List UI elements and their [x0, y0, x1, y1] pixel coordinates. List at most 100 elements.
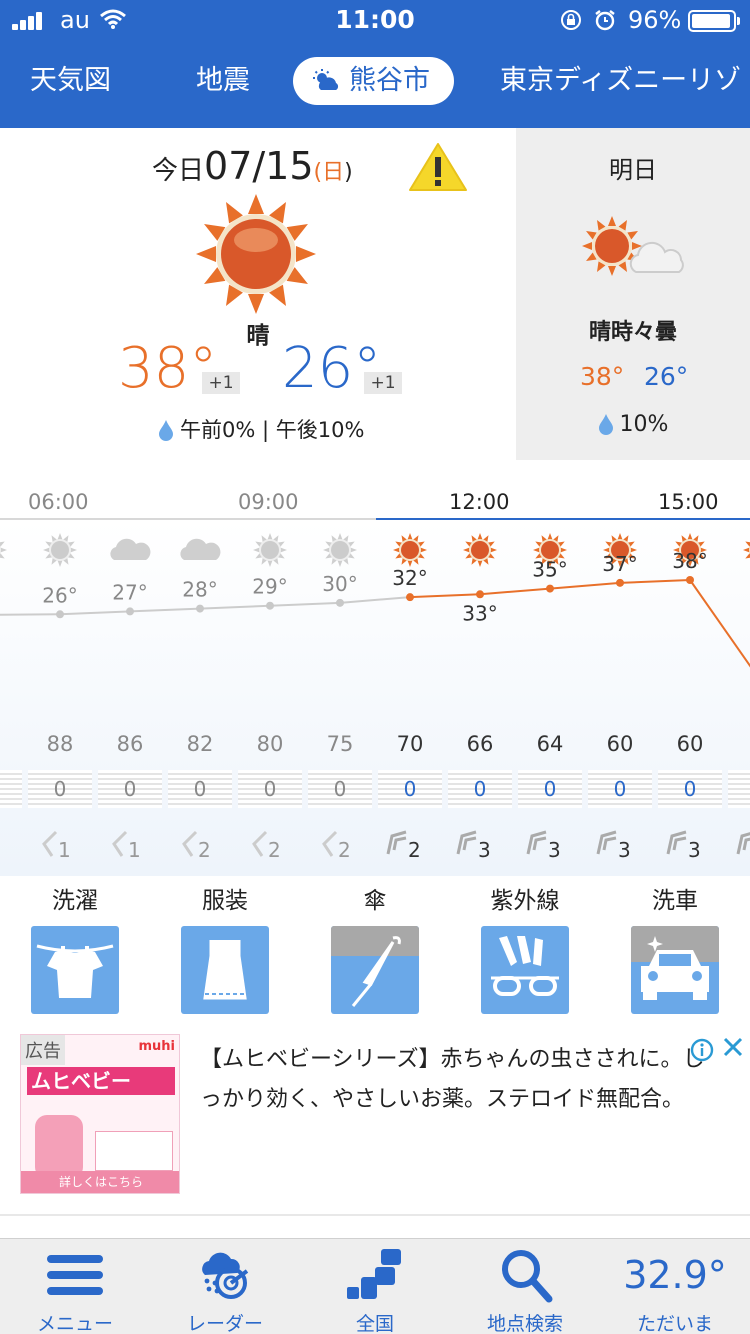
today-rain-value: 午前0% | 午後10% [180, 418, 365, 442]
temp-label: 27° [112, 580, 147, 604]
cloud-gray-icon [180, 538, 221, 560]
index-car-wash[interactable]: 洗車 [620, 876, 730, 1014]
tab-earthquake[interactable]: 地震 [196, 57, 250, 105]
umbrella-icon [331, 926, 419, 1014]
nav-nationwide[interactable]: 全国 [300, 1239, 450, 1334]
temp-label: 28° [182, 578, 217, 602]
hour-label-15: 15:00 [658, 490, 719, 514]
humidity-value: 66 [466, 732, 494, 756]
ad-banner[interactable]: 広告 muhi ムヒベビー 詳しくはこちら 【ムヒベビーシリーズ】赤ちゃんの虫さ… [0, 1026, 750, 1216]
temp-label: 35° [532, 558, 567, 582]
tab-kumagaya[interactable]: 熊谷市 [293, 57, 454, 105]
laundry-icon [31, 926, 119, 1014]
precip-value: 0 [378, 770, 442, 808]
index-label: 紫外線 [490, 888, 560, 914]
raindrop-icon [159, 420, 173, 441]
search-icon [502, 1250, 553, 1303]
precip-value: 0 [518, 770, 582, 808]
precip-value: 0 [308, 770, 372, 808]
info-icon[interactable] [690, 1038, 714, 1062]
humidity-value: 82 [186, 732, 214, 756]
tomorrow-low: 26° [644, 362, 689, 391]
temp-point [196, 604, 204, 613]
temp-line-segment [339, 596, 411, 604]
today-date-value: 07/15 [204, 144, 314, 188]
menu-icon [47, 1255, 103, 1295]
wind-cell: 2 [312, 828, 368, 864]
bottom-navigation: メニュー レーダー 全国 地点検索 32.9° ただいま [0, 1238, 750, 1334]
wind-cell: 3 [662, 828, 718, 864]
humidity-value: 88 [46, 732, 74, 756]
index-uv[interactable]: 紫外線 [470, 876, 580, 1014]
tomorrow-high: 38° [580, 362, 625, 391]
precip-value: 0 [238, 770, 302, 808]
tab-weather-map[interactable]: 天気図 [30, 57, 111, 105]
nav-radar[interactable]: レーダー [150, 1239, 300, 1334]
humidity-value: 70 [396, 732, 424, 756]
divider [0, 1214, 750, 1216]
sun-gray-icon [0, 541, 7, 559]
nav-label: メニュー [36, 1313, 113, 1334]
today-weekday: (日) [313, 160, 353, 185]
wind-speed: 1 [58, 838, 71, 862]
wind-speed: 1 [128, 838, 141, 862]
tab-tokyo-disney[interactable]: 東京ディズニーリゾ [500, 57, 741, 105]
temp-point [406, 593, 414, 602]
temp-line-segment [549, 581, 621, 590]
temp-label: 29° [252, 575, 287, 599]
humidity-value: 80 [256, 732, 284, 756]
nav-label: 地点検索 [486, 1313, 563, 1334]
index-clothing[interactable]: 服装 [170, 876, 280, 1014]
temp-point [336, 598, 344, 607]
wind-cell: 2 [172, 828, 228, 864]
hourly-forecast[interactable]: 06:00 09:00 12:00 15:00 °26°27°28°29°30°… [0, 460, 750, 876]
sun-orange-icon [463, 533, 497, 567]
humidity-value: 60 [606, 732, 634, 756]
ad-thumbnail[interactable]: 広告 muhi ムヒベビー 詳しくはこちら [20, 1034, 180, 1194]
location-tabs: 天気図 地震 熊谷市 東京ディズニーリゾ [0, 40, 750, 128]
humidity-value: 75 [326, 732, 354, 756]
status-bar: au 11:00 96% [0, 0, 750, 40]
index-label: 洗濯 [52, 888, 98, 914]
tomorrow-title: 明日 [609, 156, 657, 184]
temp-point [56, 610, 64, 619]
tomorrow-weather: 晴時々曇 [588, 320, 677, 345]
cloud-gray-icon [110, 538, 151, 560]
battery-percent: 96% [628, 6, 682, 34]
nav-location-search[interactable]: 地点検索 [450, 1239, 600, 1334]
car-wash-icon [631, 926, 719, 1014]
ad-text[interactable]: 【ムヒベビーシリーズ】赤ちゃんの虫さされに。しっかり効く、やさしいお薬。ステロイ… [200, 1040, 720, 1120]
wind-speed: 3 [618, 838, 631, 862]
wind-speed: 2 [268, 838, 281, 862]
today-low-diff: +1 [364, 372, 402, 394]
index-umbrella[interactable]: 傘 [320, 876, 430, 1014]
index-label: 服装 [202, 888, 248, 914]
temp-line-segment [0, 613, 61, 616]
warning-icon[interactable] [408, 142, 468, 192]
temp-point [126, 607, 134, 616]
sun-gray-icon [43, 533, 77, 567]
temp-line-segment [689, 579, 750, 668]
temp-point [546, 584, 554, 593]
temp-point [686, 576, 694, 584]
battery-icon [688, 10, 740, 32]
hour-label-12: 12:00 [449, 490, 510, 514]
index-label: 傘 [363, 888, 387, 914]
wind-cell: 1 [102, 828, 158, 864]
hour-label-09: 09:00 [238, 490, 299, 514]
tomorrow-rain-value: 10% [619, 412, 669, 437]
close-icon[interactable] [722, 1036, 744, 1058]
nav-current-temp[interactable]: 32.9° ただいま [600, 1239, 750, 1334]
index-laundry[interactable]: 洗濯 [20, 876, 130, 1014]
tomorrow-panel[interactable]: 明日 晴時々曇 38° 26° 10% [516, 128, 750, 460]
cloud-sun-icon [313, 69, 339, 90]
humidity-value: 2 [0, 732, 18, 756]
nav-menu[interactable]: メニュー [0, 1239, 150, 1334]
sun-gray-icon [253, 533, 287, 567]
ad-badge: 広告 [21, 1035, 65, 1065]
temp-label: 33° [462, 601, 497, 625]
japan-map-icon [347, 1249, 401, 1299]
today-panel[interactable]: 今日07/15(日) 晴 38° +1 26° +1 午前0% | 午後10% [0, 128, 516, 460]
wind-cell [0, 828, 18, 864]
precip-value: 0 [658, 770, 722, 808]
